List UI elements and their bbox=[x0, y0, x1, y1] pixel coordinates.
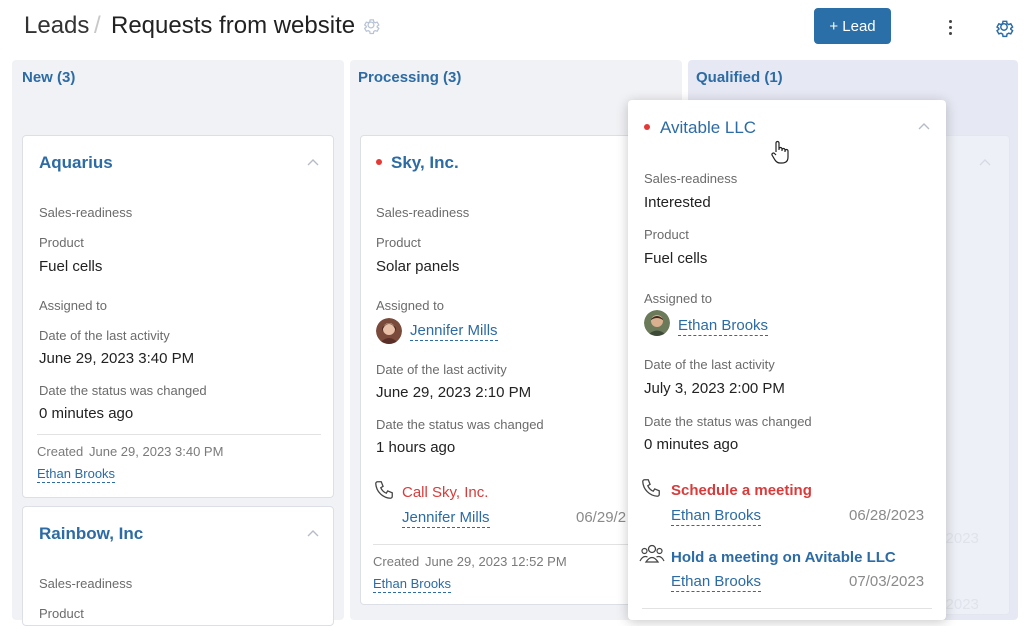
status-changed-label: Date the status was changed bbox=[39, 383, 207, 398]
assigned-label: Assigned to bbox=[644, 291, 712, 306]
page-title: Requests from website bbox=[111, 12, 356, 39]
sales-readiness-value: Interested bbox=[644, 194, 711, 211]
created-label: Created bbox=[373, 554, 420, 569]
assignee-link[interactable]: Ethan Brooks bbox=[678, 317, 769, 336]
product-value: Fuel cells bbox=[644, 250, 708, 267]
last-activity-label: Date of the last activity bbox=[39, 328, 170, 343]
chevron-up-icon[interactable] bbox=[918, 122, 930, 130]
sales-readiness-label: Sales-readiness bbox=[39, 205, 133, 220]
chevron-up-icon[interactable] bbox=[307, 529, 319, 537]
status-changed-value: 0 minutes ago bbox=[39, 405, 134, 422]
task-date: 07/03/2023 bbox=[849, 573, 925, 590]
column-new: New (3) Aquarius Sales-readiness Product… bbox=[12, 60, 344, 626]
avatar[interactable] bbox=[376, 318, 402, 344]
created-by-link[interactable]: Ethan Brooks bbox=[37, 466, 116, 483]
assignee-link[interactable]: Jennifer Mills bbox=[410, 322, 498, 341]
product-label: Product bbox=[644, 227, 689, 242]
status-changed-label: Date the status was changed bbox=[644, 414, 812, 429]
card-title[interactable]: Avitable LLC bbox=[660, 118, 756, 138]
created-label: Created bbox=[37, 444, 84, 459]
chevron-up-icon bbox=[979, 159, 991, 166]
breadcrumb-leads[interactable]: Leads bbox=[24, 12, 89, 40]
people-icon bbox=[639, 544, 665, 563]
column-title-qualified: Qualified (1) bbox=[696, 69, 783, 86]
card-title[interactable]: Aquarius bbox=[39, 153, 113, 173]
assigned-label: Assigned to bbox=[39, 298, 107, 313]
status-dot bbox=[644, 124, 650, 130]
task-date: 06/29/2 bbox=[576, 509, 627, 526]
last-activity-value: June 29, 2023 2:10 PM bbox=[376, 384, 532, 401]
assigned-label: Assigned to bbox=[376, 298, 444, 313]
product-label: Product bbox=[39, 606, 84, 621]
product-label: Product bbox=[39, 235, 84, 250]
settings-gear-icon[interactable] bbox=[993, 16, 1015, 38]
phone-icon bbox=[642, 479, 660, 497]
task-assignee-link[interactable]: Ethan Brooks bbox=[671, 573, 762, 592]
card-title[interactable]: Sky, Inc. bbox=[391, 153, 459, 173]
sales-readiness-label: Sales-readiness bbox=[39, 576, 133, 591]
last-activity-value: July 3, 2023 2:00 PM bbox=[644, 380, 785, 397]
cursor-hand-icon bbox=[771, 140, 789, 164]
column-title-new: New (3) bbox=[22, 69, 76, 86]
created-date: June 29, 2023 3:40 PM bbox=[89, 444, 224, 459]
divider bbox=[642, 608, 932, 609]
status-dot bbox=[376, 159, 382, 165]
phone-icon bbox=[375, 481, 393, 499]
task-title[interactable]: Hold a meeting on Avitable LLC bbox=[671, 549, 896, 566]
column-title-processing: Processing (3) bbox=[358, 69, 462, 86]
product-value: Solar panels bbox=[376, 258, 460, 275]
sales-readiness-label: Sales-readiness bbox=[376, 205, 470, 220]
sales-readiness-label: Sales-readiness bbox=[644, 171, 738, 186]
last-activity-label: Date of the last activity bbox=[376, 362, 507, 377]
breadcrumb-separator: / bbox=[94, 12, 101, 39]
task-date: 06/28/2023 bbox=[849, 507, 925, 524]
gear-icon[interactable] bbox=[361, 15, 381, 35]
task-assignee-link[interactable]: Ethan Brooks bbox=[671, 507, 762, 526]
avatar[interactable] bbox=[644, 310, 670, 336]
status-changed-value: 1 hours ago bbox=[376, 439, 456, 456]
product-label: Product bbox=[376, 235, 421, 250]
chevron-up-icon[interactable] bbox=[307, 158, 319, 166]
product-value: Fuel cells bbox=[39, 258, 103, 275]
created-by-link[interactable]: Ethan Brooks bbox=[373, 576, 452, 593]
kebab-icon[interactable] bbox=[942, 16, 958, 38]
last-activity-label: Date of the last activity bbox=[644, 357, 775, 372]
add-lead-button[interactable]: + Lead bbox=[814, 8, 891, 44]
status-changed-label: Date the status was changed bbox=[376, 417, 544, 432]
status-changed-value: 0 minutes ago bbox=[644, 436, 739, 453]
card-title[interactable]: Rainbow, Inc bbox=[39, 524, 143, 544]
divider bbox=[37, 434, 321, 435]
last-activity-value: June 29, 2023 3:40 PM bbox=[39, 350, 195, 367]
divider bbox=[373, 544, 659, 545]
task-assignee-link[interactable]: Jennifer Mills bbox=[402, 509, 490, 528]
task-title[interactable]: Schedule a meeting bbox=[671, 482, 812, 499]
lead-card-popup[interactable]: Avitable LLC Sales-readiness Interested … bbox=[628, 100, 946, 620]
lead-card-aquarius[interactable]: Aquarius Sales-readiness Product Fuel ce… bbox=[22, 135, 334, 498]
page-header: Leads / Requests from website + Lead bbox=[0, 0, 1029, 56]
lead-card-rainbow[interactable]: Rainbow, Inc Sales-readiness Product bbox=[22, 506, 334, 626]
task-title[interactable]: Call Sky, Inc. bbox=[402, 484, 488, 501]
lead-card-sky[interactable]: Sky, Inc. Sales-readiness Product Solar … bbox=[360, 135, 672, 605]
created-date: June 29, 2023 12:52 PM bbox=[425, 554, 567, 569]
